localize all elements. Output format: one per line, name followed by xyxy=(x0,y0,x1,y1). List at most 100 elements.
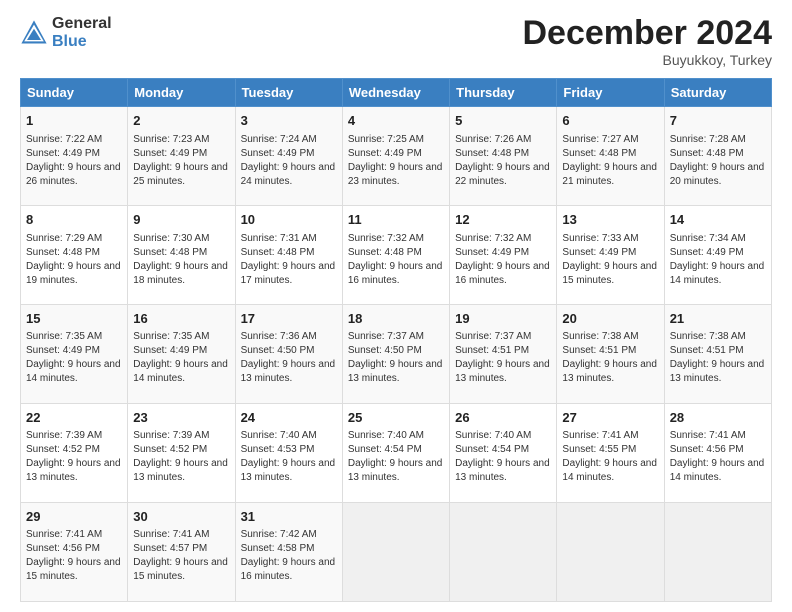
day-info: Sunset: 4:56 PM xyxy=(670,443,766,457)
day-info: Daylight: 9 hours and 16 minutes. xyxy=(455,260,551,288)
day-info: Sunrise: 7:26 AM xyxy=(455,133,551,147)
calendar-cell: 4Sunrise: 7:25 AMSunset: 4:49 PMDaylight… xyxy=(342,107,449,206)
day-number: 2 xyxy=(133,112,229,130)
logo-text: General Blue xyxy=(52,15,112,50)
day-info: Daylight: 9 hours and 14 minutes. xyxy=(133,358,229,386)
day-info: Sunset: 4:48 PM xyxy=(241,246,337,260)
calendar-cell: 24Sunrise: 7:40 AMSunset: 4:53 PMDayligh… xyxy=(235,404,342,503)
calendar-cell xyxy=(450,503,557,602)
day-info: Sunset: 4:54 PM xyxy=(455,443,551,457)
day-info: Daylight: 9 hours and 13 minutes. xyxy=(455,358,551,386)
day-info: Sunrise: 7:35 AM xyxy=(133,330,229,344)
day-info: Sunrise: 7:40 AM xyxy=(455,429,551,443)
calendar-week-3: 22Sunrise: 7:39 AMSunset: 4:52 PMDayligh… xyxy=(21,404,772,503)
day-number: 18 xyxy=(348,310,444,328)
calendar-cell: 16Sunrise: 7:35 AMSunset: 4:49 PMDayligh… xyxy=(128,305,235,404)
calendar-cell: 14Sunrise: 7:34 AMSunset: 4:49 PMDayligh… xyxy=(664,206,771,305)
day-info: Sunset: 4:51 PM xyxy=(455,344,551,358)
day-info: Sunset: 4:51 PM xyxy=(562,344,658,358)
day-info: Sunset: 4:57 PM xyxy=(133,542,229,556)
day-info: Daylight: 9 hours and 16 minutes. xyxy=(348,260,444,288)
day-number: 30 xyxy=(133,508,229,526)
calendar-cell: 9Sunrise: 7:30 AMSunset: 4:48 PMDaylight… xyxy=(128,206,235,305)
day-info: Sunrise: 7:32 AM xyxy=(348,232,444,246)
day-info: Daylight: 9 hours and 13 minutes. xyxy=(348,457,444,485)
day-info: Sunset: 4:54 PM xyxy=(348,443,444,457)
calendar-cell xyxy=(342,503,449,602)
day-info: Sunrise: 7:28 AM xyxy=(670,133,766,147)
day-header-wednesday: Wednesday xyxy=(342,79,449,107)
day-info: Daylight: 9 hours and 13 minutes. xyxy=(455,457,551,485)
day-info: Sunset: 4:48 PM xyxy=(133,246,229,260)
day-info: Daylight: 9 hours and 18 minutes. xyxy=(133,260,229,288)
day-number: 1 xyxy=(26,112,122,130)
day-info: Sunrise: 7:27 AM xyxy=(562,133,658,147)
day-header-friday: Friday xyxy=(557,79,664,107)
day-info: Daylight: 9 hours and 14 minutes. xyxy=(26,358,122,386)
day-number: 13 xyxy=(562,211,658,229)
day-info: Sunrise: 7:34 AM xyxy=(670,232,766,246)
day-info: Daylight: 9 hours and 24 minutes. xyxy=(241,161,337,189)
day-number: 11 xyxy=(348,211,444,229)
day-header-monday: Monday xyxy=(128,79,235,107)
day-info: Daylight: 9 hours and 16 minutes. xyxy=(241,556,337,584)
day-number: 22 xyxy=(26,409,122,427)
day-info: Daylight: 9 hours and 19 minutes. xyxy=(26,260,122,288)
day-info: Sunrise: 7:41 AM xyxy=(562,429,658,443)
day-number: 29 xyxy=(26,508,122,526)
day-info: Daylight: 9 hours and 13 minutes. xyxy=(348,358,444,386)
calendar-cell: 19 Sunrise: 7:37 AMSunset: 4:51 PMDayligh… xyxy=(450,305,557,404)
day-info: Sunset: 4:49 PM xyxy=(241,147,337,161)
day-info: Sunrise: 7:24 AM xyxy=(241,133,337,147)
header: General Blue December 2024 Buyukkoy, Tur… xyxy=(20,15,772,68)
day-number: 19 xyxy=(455,310,551,328)
calendar-cell: 1Sunrise: 7:22 AMSunset: 4:49 PMDaylight… xyxy=(21,107,128,206)
day-info: Daylight: 9 hours and 14 minutes. xyxy=(562,457,658,485)
day-info: Sunset: 4:48 PM xyxy=(562,147,658,161)
calendar-cell: 12Sunrise: 7:32 AMSunset: 4:49 PMDayligh… xyxy=(450,206,557,305)
day-info: Sunrise: 7:23 AM xyxy=(133,133,229,147)
day-info: Sunrise: 7:32 AM xyxy=(455,232,551,246)
calendar-cell: 8Sunrise: 7:29 AMSunset: 4:48 PMDaylight… xyxy=(21,206,128,305)
day-info: Sunset: 4:51 PM xyxy=(670,344,766,358)
day-info: Sunset: 4:53 PM xyxy=(241,443,337,457)
calendar-cell: 15Sunrise: 7:35 AMSunset: 4:49 PMDayligh… xyxy=(21,305,128,404)
day-info: Sunset: 4:49 PM xyxy=(26,147,122,161)
calendar-cell: 5Sunrise: 7:26 AMSunset: 4:48 PMDaylight… xyxy=(450,107,557,206)
day-info: Sunrise: 7:38 AM xyxy=(670,330,766,344)
calendar-week-2: 15Sunrise: 7:35 AMSunset: 4:49 PMDayligh… xyxy=(21,305,772,404)
calendar-week-4: 29Sunrise: 7:41 AMSunset: 4:56 PMDayligh… xyxy=(21,503,772,602)
calendar-cell: 6Sunrise: 7:27 AMSunset: 4:48 PMDaylight… xyxy=(557,107,664,206)
calendar-cell: 31Sunrise: 7:42 AMSunset: 4:58 PMDayligh… xyxy=(235,503,342,602)
logo-blue-text: Blue xyxy=(52,33,112,51)
day-number: 3 xyxy=(241,112,337,130)
day-info: Sunrise: 7:37 AM xyxy=(455,330,551,344)
calendar-cell xyxy=(557,503,664,602)
day-info: Sunset: 4:49 PM xyxy=(562,246,658,260)
calendar-cell: 2Sunrise: 7:23 AMSunset: 4:49 PMDaylight… xyxy=(128,107,235,206)
day-number: 14 xyxy=(670,211,766,229)
calendar-cell: 11Sunrise: 7:32 AMSunset: 4:48 PMDayligh… xyxy=(342,206,449,305)
day-info: Daylight: 9 hours and 14 minutes. xyxy=(670,260,766,288)
day-number: 4 xyxy=(348,112,444,130)
day-info: Daylight: 9 hours and 20 minutes. xyxy=(670,161,766,189)
day-info: Sunset: 4:52 PM xyxy=(26,443,122,457)
day-info: Sunrise: 7:40 AM xyxy=(241,429,337,443)
logo-icon xyxy=(20,19,48,47)
day-info: Sunset: 4:49 PM xyxy=(26,344,122,358)
day-info: Daylight: 9 hours and 13 minutes. xyxy=(26,457,122,485)
day-number: 26 xyxy=(455,409,551,427)
day-number: 20 xyxy=(562,310,658,328)
day-info: Sunrise: 7:30 AM xyxy=(133,232,229,246)
day-info: Sunrise: 7:37 AM xyxy=(348,330,444,344)
calendar-cell: 26 Sunrise: 7:40 AMSunset: 4:54 PMDayligh… xyxy=(450,404,557,503)
day-info: Sunrise: 7:25 AM xyxy=(348,133,444,147)
calendar-cell: 27Sunrise: 7:41 AMSunset: 4:55 PMDayligh… xyxy=(557,404,664,503)
day-number: 27 xyxy=(562,409,658,427)
calendar-cell: 17Sunrise: 7:36 AMSunset: 4:50 PMDayligh… xyxy=(235,305,342,404)
day-info: Daylight: 9 hours and 23 minutes. xyxy=(348,161,444,189)
calendar-cell: 13Sunrise: 7:33 AMSunset: 4:49 PMDayligh… xyxy=(557,206,664,305)
calendar-cell xyxy=(664,503,771,602)
day-info: Sunrise: 7:41 AM xyxy=(26,528,122,542)
day-info: Sunrise: 7:42 AM xyxy=(241,528,337,542)
